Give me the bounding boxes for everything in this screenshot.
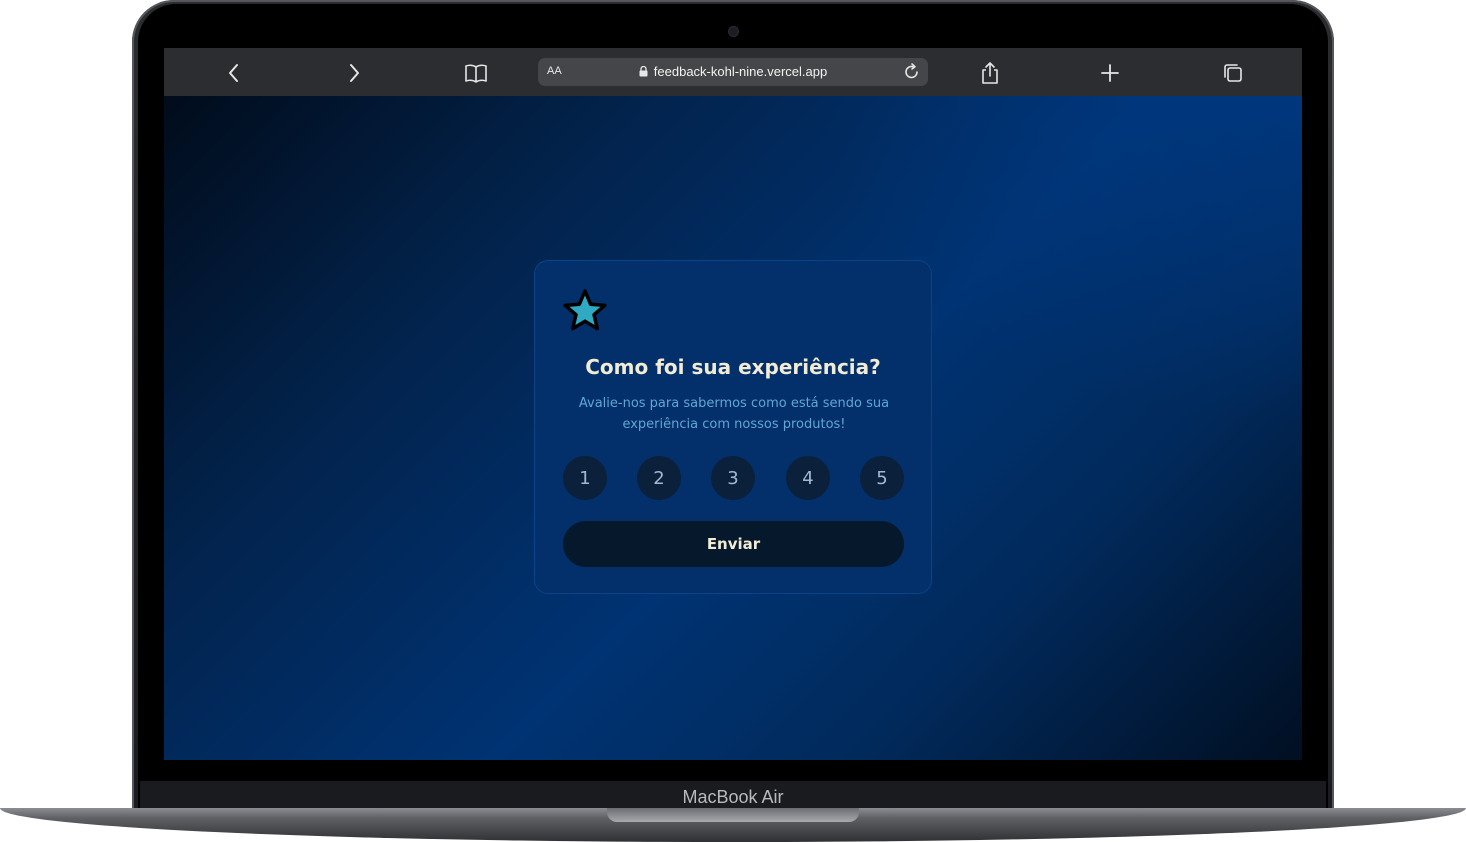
card-title: Como foi sua experiência?: [585, 355, 881, 379]
share-icon[interactable]: [977, 60, 1003, 86]
rating-button-1[interactable]: 1: [563, 456, 607, 500]
page-background: Como foi sua experiência? Avalie-nos par…: [164, 96, 1302, 760]
device-label: MacBook Air: [682, 787, 784, 807]
browser-toolbar: AA feedback-kohl-nine.vercel.app: [164, 48, 1302, 96]
chevron-right-icon[interactable]: [341, 60, 367, 86]
url-text: feedback-kohl-nine.vercel.app: [653, 64, 828, 79]
submit-button[interactable]: Enviar: [563, 521, 904, 567]
address-bar[interactable]: AA feedback-kohl-nine.vercel.app: [538, 58, 928, 86]
star-icon: [562, 288, 608, 334]
plus-icon[interactable]: [1097, 60, 1123, 86]
chevron-left-icon[interactable]: [221, 60, 247, 86]
rating-button-3[interactable]: 3: [711, 456, 755, 500]
reload-icon[interactable]: [902, 62, 922, 86]
rating-button-2[interactable]: 2: [637, 456, 681, 500]
card-description: Avalie-nos para sabermos como está sendo…: [578, 396, 890, 432]
feedback-card: Como foi sua experiência? Avalie-nos par…: [534, 260, 932, 594]
tabs-icon[interactable]: [1220, 60, 1246, 86]
book-icon[interactable]: [463, 60, 489, 86]
rating-button-4[interactable]: 4: [786, 456, 830, 500]
rating-group: 1 2 3 4 5: [563, 456, 905, 500]
laptop-screen: AA feedback-kohl-nine.vercel.app Como fo…: [164, 48, 1302, 760]
hinge-notch: [607, 808, 859, 822]
rating-button-5[interactable]: 5: [860, 456, 904, 500]
camera-icon: [729, 27, 738, 36]
lock-icon: [639, 65, 648, 80]
